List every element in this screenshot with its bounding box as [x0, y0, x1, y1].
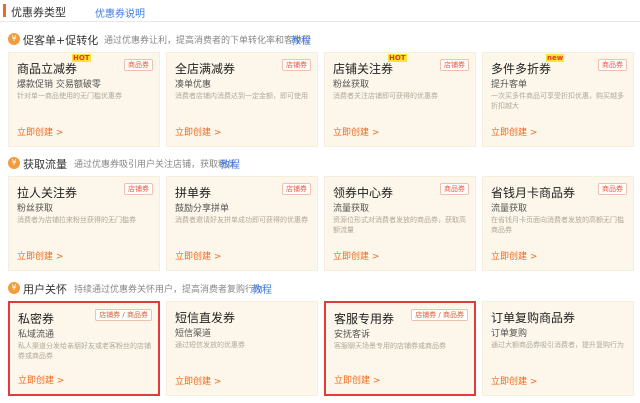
coupon-card-store-full-reduction[interactable]: 全店满减券 店铺券 凑单优惠 消费者店铺内消费达到一定金额，即可使用 立即创建 … — [166, 52, 318, 147]
card-title: 订单复购商品券 — [491, 311, 576, 325]
card-title: 多件多折券 — [491, 62, 552, 76]
card-type-tag: 店铺券 — [282, 59, 311, 71]
card-title: 拼单券 — [175, 186, 212, 200]
section-name: 获取流量 — [23, 158, 67, 171]
card-subtitle: 安抚客诉 — [334, 330, 371, 340]
card-title: 短信直发券 — [175, 311, 236, 325]
create-now-button[interactable]: 立即创建 > — [333, 125, 379, 138]
card-type-tag: 商品券 — [598, 183, 627, 195]
coupon-card-coupon-center[interactable]: 领券中心券 商品券 流量获取 资源位形式对消费者发放的商品券，获取高额流量 立即… — [324, 176, 476, 271]
card-subtitle: 私域流通 — [18, 330, 55, 340]
create-now-button[interactable]: 立即创建 > — [17, 249, 63, 262]
card-subtitle: 流量获取 — [491, 204, 528, 214]
coupon-card-invite-follow[interactable]: 拉人关注券 店铺券 粉丝获取 消费者为店铺拉来粉丝获得的无门槛券 立即创建 > — [8, 176, 160, 271]
card-desc: 在省钱月卡页面向消费者发放的高额无门槛商品券 — [491, 216, 624, 234]
section-coupon-icon: ¥ — [8, 282, 20, 294]
card-subtitle: 提升客单 — [491, 80, 528, 90]
card-type-tag: 商品券 — [598, 59, 627, 71]
card-type-tag: 店铺券 / 商品券 — [411, 309, 468, 321]
card-type-tag: 店铺券 — [440, 59, 469, 71]
card-type-tag: 店铺券 — [124, 183, 153, 195]
page-header: 优惠券类型 优惠券说明 — [0, 0, 640, 22]
card-subtitle: 爆款促销 交易额破零 — [17, 80, 101, 90]
card-type-tag: 商品券 — [124, 59, 153, 71]
section-desc: 通过优惠券吸引用户关注店铺，获取粉丝 — [74, 160, 237, 170]
section-tutorial-link[interactable]: 教程 — [291, 32, 311, 47]
card-desc: 针对单一商品使用的无门槛优惠券 — [17, 92, 122, 100]
section-tutorial-link[interactable]: 教程 — [252, 281, 272, 296]
section-coupon-icon: ¥ — [8, 33, 20, 45]
create-now-button[interactable]: 立即创建 > — [491, 125, 537, 138]
create-now-button[interactable]: 立即创建 > — [491, 374, 537, 387]
card-desc: 客服聊天场景专用的店铺券或商品券 — [334, 342, 446, 350]
card-title: 全店满减券 — [175, 62, 236, 76]
coupon-card-product-discount[interactable]: 商品立减券 HOT 商品券 爆款促销 交易额破零 针对单一商品使用的无门槛优惠券… — [8, 52, 160, 147]
card-subtitle: 鼓励分享拼单 — [175, 204, 230, 214]
card-desc: 消费者店铺内消费达到一定金额，即可使用 — [175, 92, 308, 100]
coupon-card-customer-service[interactable]: 客服专用券 店铺券 / 商品券 安抚客诉 客服聊天场景专用的店铺券或商品券 立即… — [324, 301, 476, 396]
hot-badge: HOT — [388, 54, 407, 62]
coupon-card-multi-item[interactable]: 多件多折券 new 商品券 提升客单 一次买多件商品可享受折扣优惠，购买越多折扣… — [482, 52, 634, 147]
card-title: 拉人关注券 — [17, 186, 78, 200]
coupon-help-link[interactable]: 优惠券说明 — [95, 5, 145, 20]
create-now-button[interactable]: 立即创建 > — [175, 374, 221, 387]
create-now-button[interactable]: 立即创建 > — [334, 373, 380, 386]
title-accent-bar — [3, 4, 6, 17]
card-desc: 一次买多件商品可享受折扣优惠，购买越多折扣越大 — [491, 92, 624, 110]
card-subtitle: 粉丝获取 — [17, 204, 54, 214]
section-tutorial-link[interactable]: 教程 — [220, 156, 240, 171]
card-desc: 消费者邀请好友拼单成功即可获得的优惠券 — [175, 216, 308, 224]
create-now-button[interactable]: 立即创建 > — [333, 249, 379, 262]
new-badge: new — [546, 54, 565, 62]
card-desc: 通过大额商品券吸引消费者，提升复购行为 — [491, 341, 624, 349]
card-title: 商品立减券 — [17, 62, 78, 76]
card-subtitle: 流量获取 — [333, 204, 370, 214]
card-subtitle: 短信渠道 — [175, 329, 212, 339]
section-desc: 通过优惠券让利，提高消费者的下单转化率和客单价 — [104, 36, 312, 46]
card-title: 领券中心券 — [333, 186, 394, 200]
page-title: 优惠券类型 — [11, 6, 66, 19]
section-desc: 持续通过优惠券关怀用户，提高消费者复购行为 — [74, 285, 264, 295]
create-now-button[interactable]: 立即创建 > — [17, 125, 63, 138]
create-now-button[interactable]: 立即创建 > — [175, 249, 221, 262]
create-now-button[interactable]: 立即创建 > — [491, 249, 537, 262]
card-desc: 资源位形式对消费者发放的商品券，获取高额流量 — [333, 216, 466, 234]
card-subtitle: 凑单优惠 — [175, 80, 212, 90]
coupon-card-store-follow[interactable]: 店铺关注券 HOT 店铺券 粉丝获取 消费者关注店铺即可获得的优惠券 立即创建 … — [324, 52, 476, 147]
hot-badge: HOT — [72, 54, 91, 62]
card-title: 店铺关注券 — [333, 62, 394, 76]
card-type-tag: 店铺券 — [282, 183, 311, 195]
section-coupon-icon: ¥ — [8, 157, 20, 169]
create-now-button[interactable]: 立即创建 > — [175, 125, 221, 138]
coupon-card-private[interactable]: 私密券 店铺券 / 商品券 私域流通 私人渠道分发给亲朋好友或老客粉丝的店铺券或… — [8, 301, 160, 396]
card-title: 私密券 — [18, 312, 55, 326]
section-name: 促客单+促转化 — [23, 34, 99, 47]
card-title: 客服专用券 — [334, 312, 395, 326]
card-subtitle: 订单复购 — [491, 329, 528, 339]
card-type-tag: 商品券 — [440, 183, 469, 195]
create-now-button[interactable]: 立即创建 > — [18, 373, 64, 386]
card-desc: 消费者关注店铺即可获得的优惠券 — [333, 92, 438, 100]
coupon-card-group-buy[interactable]: 拼单券 店铺券 鼓励分享拼单 消费者邀请好友拼单成功即可获得的优惠券 立即创建 … — [166, 176, 318, 271]
card-desc: 消费者为店铺拉来粉丝获得的无门槛券 — [17, 216, 136, 224]
card-title: 省钱月卡商品券 — [491, 186, 576, 200]
card-desc: 通过短信发放的优惠券 — [175, 341, 245, 349]
coupon-card-sms[interactable]: 短信直发券 短信渠道 通过短信发放的优惠券 立即创建 > — [166, 301, 318, 396]
card-subtitle: 粉丝获取 — [333, 80, 370, 90]
coupon-card-repurchase[interactable]: 订单复购商品券 订单复购 通过大额商品券吸引消费者，提升复购行为 立即创建 > — [482, 301, 634, 396]
card-type-tag: 店铺券 / 商品券 — [95, 309, 152, 321]
coupon-card-monthly-saver[interactable]: 省钱月卡商品券 商品券 流量获取 在省钱月卡页面向消费者发放的高额无门槛商品券 … — [482, 176, 634, 271]
card-desc: 私人渠道分发给亲朋好友或老客粉丝的店铺券或商品券 — [18, 342, 151, 360]
section-name: 用户关怀 — [23, 283, 67, 296]
